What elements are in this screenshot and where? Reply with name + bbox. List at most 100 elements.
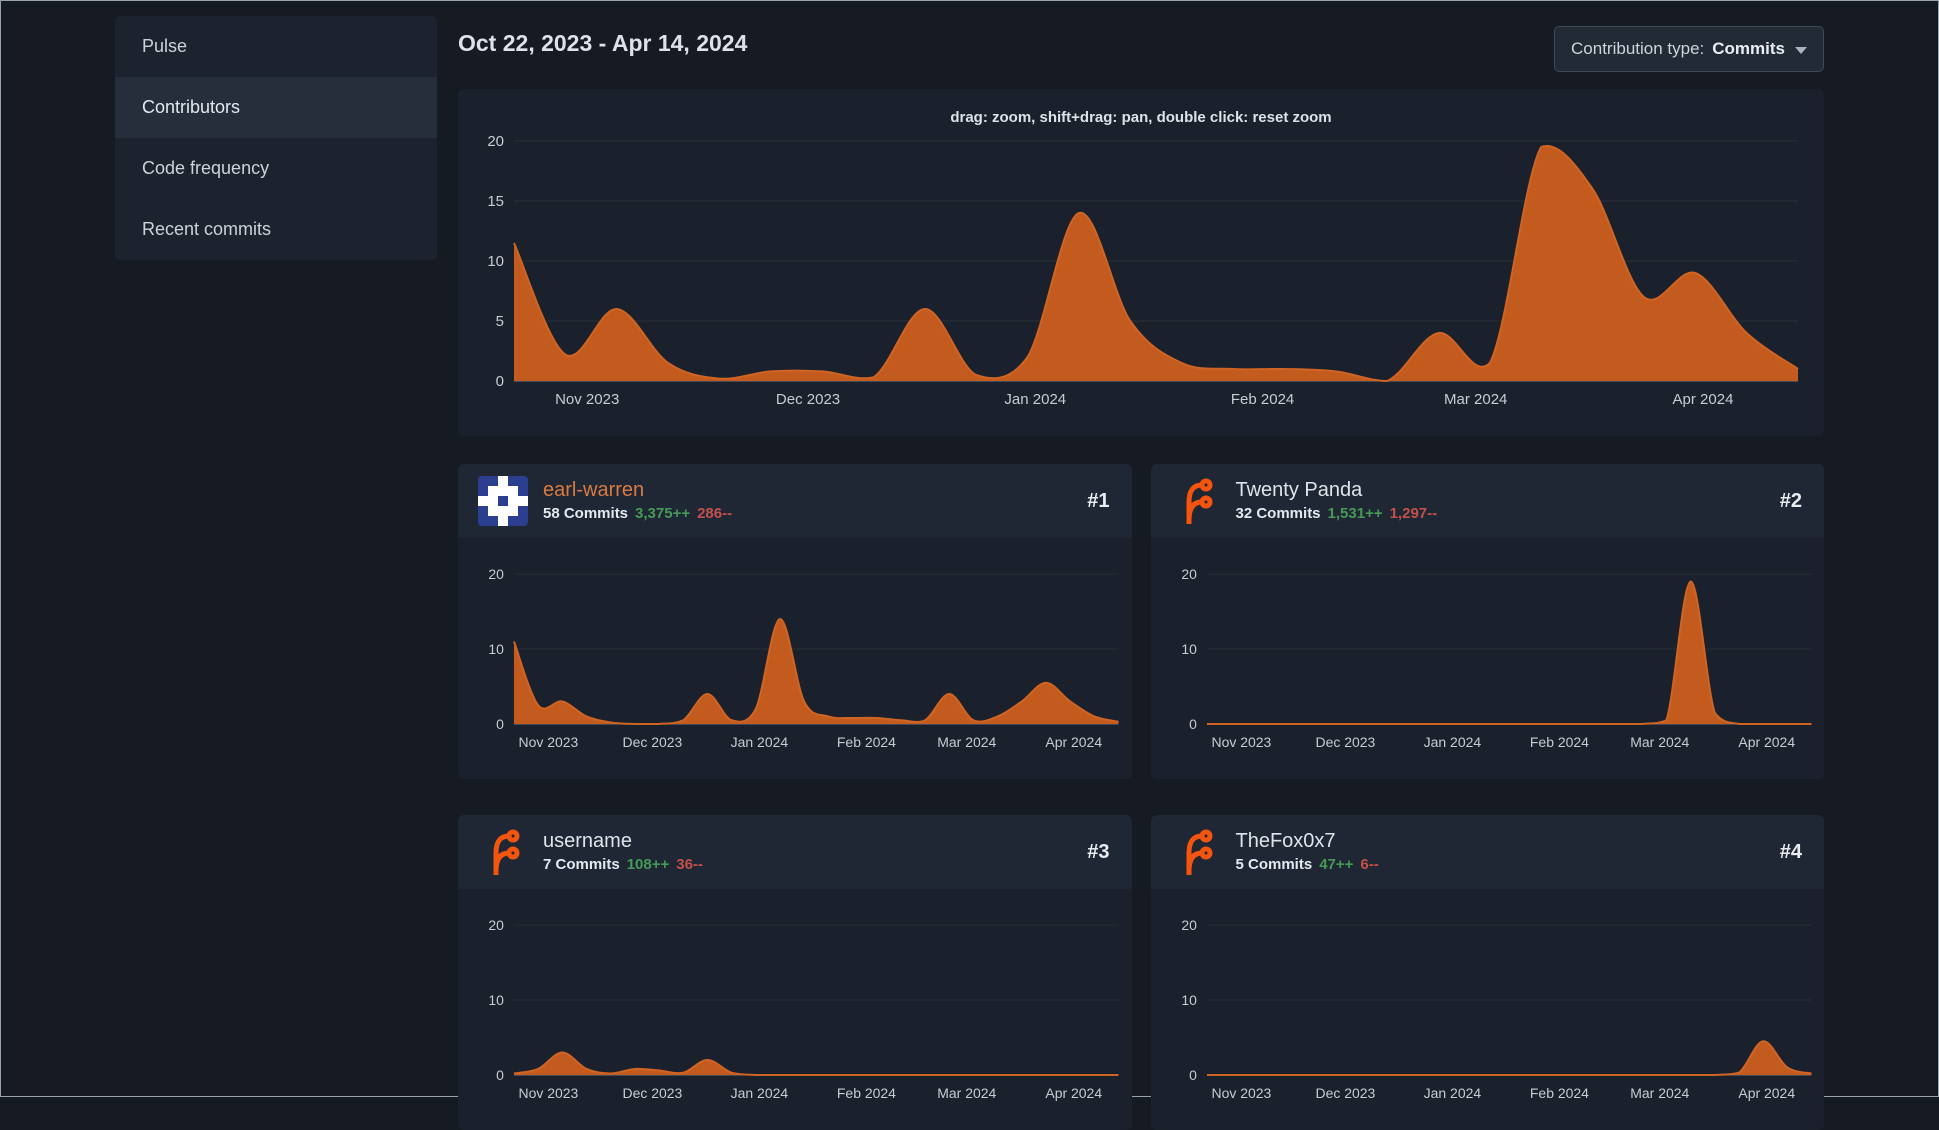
contributor-card-header: username 7 Commits 108++ 36-- #3 xyxy=(458,815,1132,889)
contributor-stats: 7 Commits 108++ 36-- xyxy=(543,856,1072,873)
svg-text:Apr 2024: Apr 2024 xyxy=(1045,1085,1102,1101)
svg-text:10: 10 xyxy=(488,992,504,1008)
dropdown-caret-icon xyxy=(1795,47,1807,54)
contributor-cards-grid: earl-warren 58 Commits 3,375++ 286-- #1 … xyxy=(458,464,1824,1130)
svg-text:Apr 2024: Apr 2024 xyxy=(1045,734,1102,750)
svg-text:Mar 2024: Mar 2024 xyxy=(937,1085,996,1101)
chart-zoom-hint: drag: zoom, shift+drag: pan, double clic… xyxy=(950,109,1332,126)
sidebar-item-recent-commits[interactable]: Recent commits xyxy=(115,199,437,260)
contribution-type-value: Commits xyxy=(1712,39,1785,58)
identicon-avatar[interactable] xyxy=(478,476,528,526)
contributor-card-3: username 7 Commits 108++ 36-- #3 0 10 20 No… xyxy=(458,815,1132,1130)
contributor-chart-area: 0 10 20 Nov 2023 Dec 2023 Jan 2024 Feb 2024 Mar… xyxy=(458,538,1132,779)
date-range-title: Oct 22, 2023 - Apr 14, 2024 xyxy=(458,30,748,56)
main-content: Oct 22, 2023 - Apr 14, 2024 Contribution… xyxy=(458,16,1824,1130)
forgejo-logo-icon xyxy=(1186,829,1212,875)
svg-text:20: 20 xyxy=(1181,566,1197,582)
svg-text:10: 10 xyxy=(1181,992,1197,1008)
contributor-meta: username 7 Commits 108++ 36-- xyxy=(543,831,1072,874)
additions-count: 47++ xyxy=(1319,856,1354,873)
overall-activity-chart-panel: drag: zoom, shift+drag: pan, double clic… xyxy=(458,89,1824,436)
forgejo-avatar[interactable] xyxy=(478,827,528,877)
contributor-name-link[interactable]: TheFox0x7 xyxy=(1236,831,1765,852)
svg-text:Mar 2024: Mar 2024 xyxy=(1444,391,1507,408)
commit-count: 5 Commits xyxy=(1235,856,1313,873)
svg-text:Nov 2023: Nov 2023 xyxy=(1211,1085,1271,1101)
sidebar-item-pulse[interactable]: Pulse xyxy=(115,16,437,77)
deletions-count: 286-- xyxy=(697,505,733,522)
forgejo-avatar[interactable] xyxy=(1171,476,1221,526)
contribution-type-label: Contribution type: xyxy=(1571,39,1705,58)
svg-text:5: 5 xyxy=(496,313,504,330)
toolbar: Oct 22, 2023 - Apr 14, 2024 Contribution… xyxy=(458,26,1824,72)
deletions-count: 36-- xyxy=(676,856,703,873)
sidebar-item-contributors[interactable]: Contributors xyxy=(115,77,437,138)
svg-text:Feb 2024: Feb 2024 xyxy=(1529,734,1588,750)
additions-count: 108++ xyxy=(626,856,670,873)
svg-text:Jan 2024: Jan 2024 xyxy=(1004,391,1066,408)
svg-text:Feb 2024: Feb 2024 xyxy=(1529,1085,1588,1101)
additions-count: 1,531++ xyxy=(1327,505,1383,522)
svg-text:20: 20 xyxy=(488,917,504,933)
contributor-commits-chart[interactable]: 0 10 20 Nov 2023 Dec 2023 Jan 2024 Feb 2024 Mar… xyxy=(1151,889,1825,1130)
svg-text:Jan 2024: Jan 2024 xyxy=(731,734,789,750)
contributor-commits-chart[interactable]: 0 10 20 Nov 2023 Dec 2023 Jan 2024 Feb 2024 Mar… xyxy=(1151,538,1825,779)
contributor-rank: #4 xyxy=(1779,840,1802,863)
activity-sidebar-menu: Pulse Contributors Code frequency Recent… xyxy=(115,16,437,260)
contributor-chart-area: 0 10 20 Nov 2023 Dec 2023 Jan 2024 Feb 2024 Mar… xyxy=(1151,538,1825,779)
svg-text:Dec 2023: Dec 2023 xyxy=(622,734,682,750)
contributor-rank: #1 xyxy=(1087,489,1110,512)
page-layout: Pulse Contributors Code frequency Recent… xyxy=(1,1,1938,1130)
contributor-stats: 5 Commits 47++ 6-- xyxy=(1236,856,1765,873)
contributor-chart-area: 0 10 20 Nov 2023 Dec 2023 Jan 2024 Feb 2024 Mar… xyxy=(1151,889,1825,1130)
svg-text:15: 15 xyxy=(487,193,504,210)
svg-text:20: 20 xyxy=(1181,917,1197,933)
deletions-count: 6-- xyxy=(1360,856,1379,873)
svg-text:Feb 2024: Feb 2024 xyxy=(837,1085,896,1101)
svg-text:Dec 2023: Dec 2023 xyxy=(622,1085,682,1101)
contributor-meta: Twenty Panda 32 Commits 1,531++ 1,297-- xyxy=(1235,480,1765,523)
svg-text:Feb 2024: Feb 2024 xyxy=(1231,391,1294,408)
svg-text:Apr 2024: Apr 2024 xyxy=(1673,391,1734,408)
deletions-count: 1,297-- xyxy=(1389,505,1438,522)
svg-text:0: 0 xyxy=(1189,1067,1197,1083)
contributor-card-header: Twenty Panda 32 Commits 1,531++ 1,297-- … xyxy=(1150,464,1824,538)
forgejo-avatar[interactable] xyxy=(1171,827,1221,877)
identicon-image xyxy=(478,476,528,526)
svg-text:Dec 2023: Dec 2023 xyxy=(776,391,840,408)
contributor-chart-area: 0 10 20 Nov 2023 Dec 2023 Jan 2024 Feb 2024 Mar… xyxy=(458,889,1132,1130)
commit-count: 32 Commits xyxy=(1235,505,1321,522)
svg-text:Dec 2023: Dec 2023 xyxy=(1315,734,1375,750)
svg-text:0: 0 xyxy=(1189,716,1197,732)
overall-commits-area-chart[interactable]: 0 5 10 15 20 Nov 2023 Dec 2023 Jan 2024 Feb 2024… xyxy=(458,89,1824,436)
contributor-stats: 58 Commits 3,375++ 286-- xyxy=(543,505,1072,522)
contributor-commits-chart[interactable]: 0 10 20 Nov 2023 Dec 2023 Jan 2024 Feb 2024 Mar… xyxy=(458,538,1132,779)
sidebar-item-code-frequency[interactable]: Code frequency xyxy=(115,138,437,199)
contributor-card-header: TheFox0x7 5 Commits 47++ 6-- #4 xyxy=(1150,815,1824,889)
contributor-meta: earl-warren 58 Commits 3,375++ 286-- xyxy=(543,480,1072,523)
svg-text:Mar 2024: Mar 2024 xyxy=(1630,1085,1689,1101)
contributor-card-4: TheFox0x7 5 Commits 47++ 6-- #4 0 10 20 Nov… xyxy=(1150,815,1825,1130)
contributor-card-2: Twenty Panda 32 Commits 1,531++ 1,297-- … xyxy=(1150,464,1825,779)
svg-text:Dec 2023: Dec 2023 xyxy=(1315,1085,1375,1101)
contributor-rank: #3 xyxy=(1087,840,1110,863)
contributor-rank: #2 xyxy=(1779,489,1802,512)
contributor-name-link[interactable]: username xyxy=(543,831,1072,852)
contributor-meta: TheFox0x7 5 Commits 47++ 6-- xyxy=(1236,831,1765,874)
contributor-commits-chart[interactable]: 0 10 20 Nov 2023 Dec 2023 Jan 2024 Feb 2024 Mar… xyxy=(458,889,1132,1130)
svg-text:Feb 2024: Feb 2024 xyxy=(837,734,896,750)
svg-text:20: 20 xyxy=(487,133,504,150)
svg-text:Apr 2024: Apr 2024 xyxy=(1738,734,1795,750)
contributor-name-link[interactable]: Twenty Panda xyxy=(1236,480,1765,501)
contribution-type-dropdown[interactable]: Contribution type: Commits xyxy=(1554,26,1824,72)
svg-text:20: 20 xyxy=(488,566,504,582)
svg-text:Jan 2024: Jan 2024 xyxy=(731,1085,789,1101)
commit-count: 7 Commits xyxy=(543,856,620,873)
svg-text:Nov 2023: Nov 2023 xyxy=(519,1085,579,1101)
contributor-name-link[interactable]: earl-warren xyxy=(543,480,1072,501)
svg-text:Nov 2023: Nov 2023 xyxy=(519,734,579,750)
svg-text:10: 10 xyxy=(487,253,504,270)
svg-text:Nov 2023: Nov 2023 xyxy=(555,391,619,408)
svg-text:Mar 2024: Mar 2024 xyxy=(937,734,996,750)
svg-text:10: 10 xyxy=(488,641,504,657)
